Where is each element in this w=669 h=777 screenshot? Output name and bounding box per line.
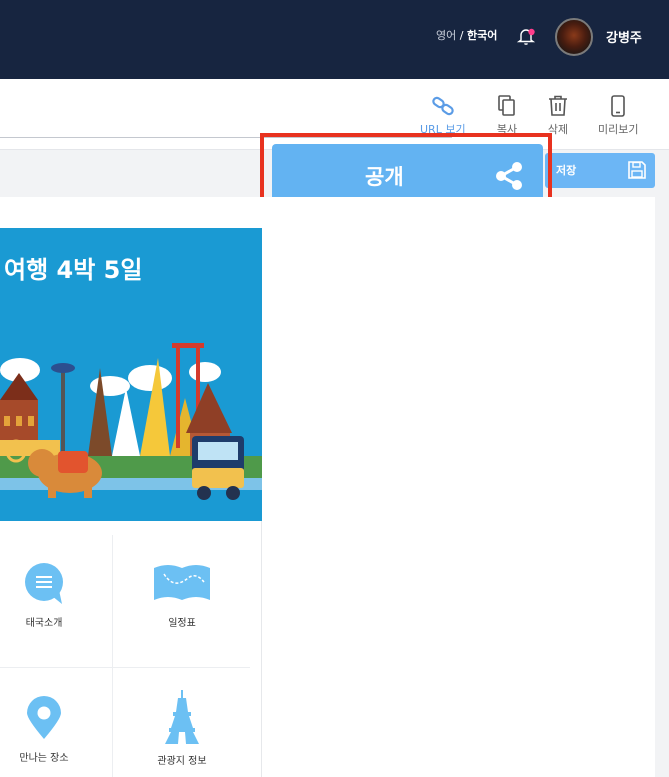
user-name[interactable]: 강병주 <box>606 27 642 46</box>
copy-button[interactable]: 복사 <box>495 95 519 137</box>
thailand-landmarks-illustration <box>0 343 262 521</box>
menu-item-meeting-place[interactable]: 만나는 장소 <box>2 695 86 764</box>
publish-label: 공개 <box>365 165 404 189</box>
url-view-button[interactable]: URL 보기 <box>420 95 466 137</box>
preview-button[interactable]: 미리보기 <box>598 95 638 137</box>
link-icon <box>432 96 454 116</box>
menu-item-itinerary[interactable]: 일정표 <box>142 560 222 629</box>
save-label: 저장 <box>556 164 577 177</box>
save-button[interactable]: 저장 <box>545 153 655 188</box>
notification-bell-icon[interactable] <box>516 26 536 46</box>
lang-option-english[interactable]: 영어 <box>436 29 456 42</box>
chat-bubble-icon <box>25 563 63 604</box>
grid-divider-horizontal <box>0 667 250 668</box>
cover-banner[interactable]: 여행 4박 5일 <box>0 228 262 521</box>
scroll-gutter <box>655 197 669 777</box>
grid-divider-vertical <box>112 535 113 777</box>
mobile-phone-icon <box>611 95 626 117</box>
lang-separator: / <box>456 29 467 42</box>
menu-item-label: 만나는 장소 <box>19 753 69 764</box>
avatar[interactable] <box>555 18 593 56</box>
banner-title: 여행 4박 5일 <box>4 256 143 284</box>
language-switcher[interactable]: 영어 / 한국어 <box>436 27 497 43</box>
menu-item-label: 일정표 <box>168 618 196 629</box>
location-pin-icon <box>27 696 61 739</box>
delete-button[interactable]: 삭제 <box>546 95 570 137</box>
trash-icon <box>549 95 567 116</box>
copy-icon <box>498 95 515 116</box>
eiffel-tower-icon <box>165 690 199 744</box>
menu-item-attractions[interactable]: 관광지 정보 <box>142 690 222 767</box>
share-icon <box>496 162 522 190</box>
lang-option-korean[interactable]: 한국어 <box>467 29 497 42</box>
menu-item-label: 관광지 정보 <box>157 756 207 767</box>
menu-item-thailand-intro[interactable]: 태국소개 <box>2 560 86 629</box>
preview-label: 미리보기 <box>598 123 639 136</box>
map-icon <box>154 565 210 600</box>
floppy-disk-icon <box>628 161 646 179</box>
menu-item-label: 태국소개 <box>25 618 63 629</box>
